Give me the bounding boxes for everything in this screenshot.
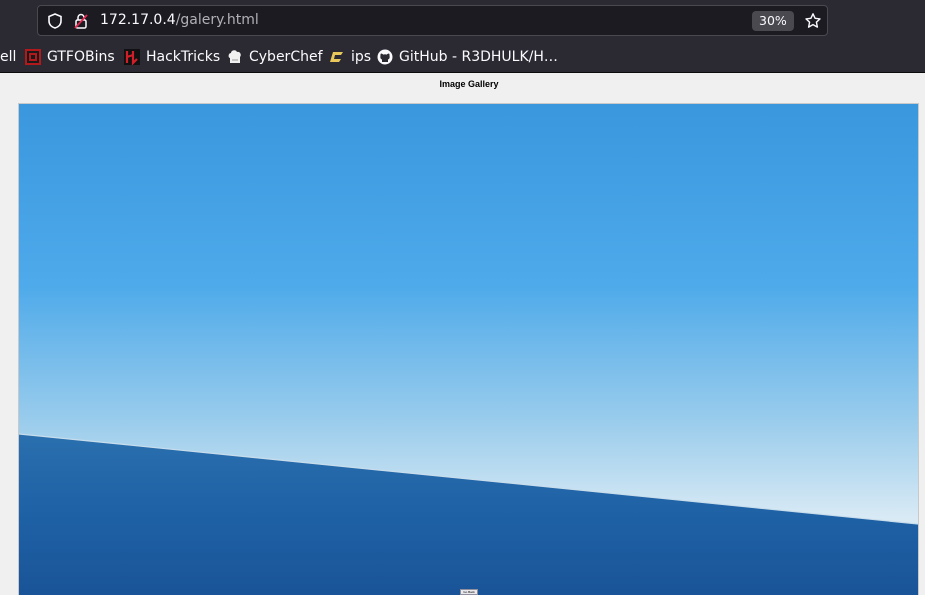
gallery-image bbox=[18, 103, 919, 595]
zoom-level-badge[interactable]: 30% bbox=[752, 11, 794, 31]
cyberchef-icon bbox=[228, 50, 241, 63]
ocean-horizon-photo bbox=[19, 104, 918, 595]
bookmark-shell[interactable]: ell bbox=[0, 48, 16, 66]
bookmark-label: ips bbox=[351, 49, 372, 65]
page-content: Image Gallery Go Back bbox=[0, 73, 925, 595]
bookmark-label: GitHub - R3DHULK/H… bbox=[399, 49, 558, 65]
bookmark-label: GTFOBins bbox=[47, 49, 115, 65]
url-path: /galery.html bbox=[175, 12, 259, 28]
url-bar[interactable]: 172.17.0.4/galery.html 30% bbox=[37, 5, 828, 36]
bookmark-github[interactable]: GitHub - R3DHULK/H… bbox=[377, 48, 558, 66]
browser-toolbar: 172.17.0.4/galery.html 30% bbox=[0, 0, 925, 42]
url-host: 172.17.0.4 bbox=[100, 12, 176, 28]
bookmark-star-icon[interactable] bbox=[804, 12, 822, 30]
shield-icon[interactable] bbox=[46, 12, 64, 30]
bookmark-gtfobins[interactable]: GTFOBins bbox=[25, 48, 115, 66]
bookmark-cyberchef[interactable]: CyberChef bbox=[227, 48, 323, 66]
github-icon bbox=[377, 49, 393, 65]
bookmark-label: HackTricks bbox=[146, 49, 221, 65]
ips-icon bbox=[330, 52, 343, 62]
bookmark-label: ell bbox=[0, 49, 17, 65]
bookmark-ips[interactable]: ips bbox=[329, 48, 371, 66]
hacktricks-icon bbox=[124, 49, 140, 65]
bookmark-label: CyberChef bbox=[249, 49, 323, 65]
bookmark-hacktricks[interactable]: HackTricks bbox=[124, 48, 220, 66]
page-title: Image Gallery bbox=[439, 79, 499, 89]
bookmarks-toolbar: ell GTFOBins HackTricks CyberChef ips Gi… bbox=[0, 42, 925, 73]
insecure-lock-icon[interactable] bbox=[72, 12, 90, 30]
go-back-button[interactable]: Go Back bbox=[460, 589, 478, 595]
gtfobins-icon bbox=[25, 49, 41, 65]
url-text[interactable]: 172.17.0.4/galery.html bbox=[100, 12, 259, 28]
